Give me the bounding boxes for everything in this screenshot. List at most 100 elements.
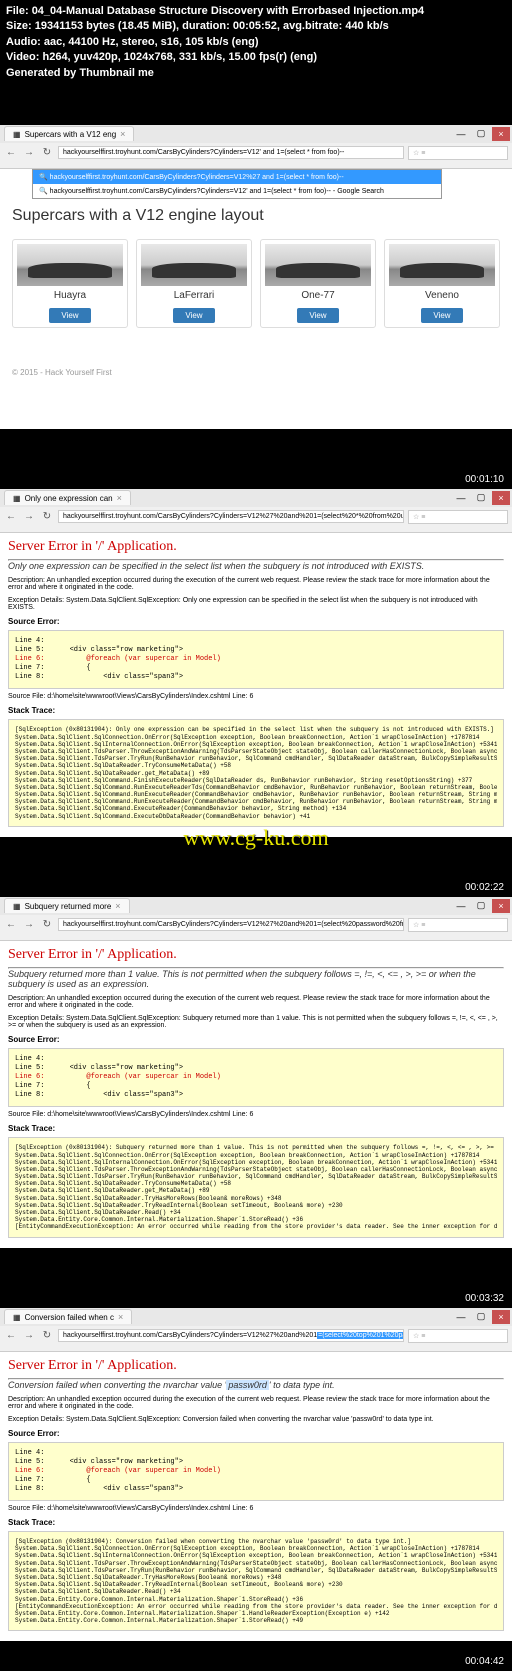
browser-tab[interactable]: ▦ Supercars with a V12 eng ×	[4, 126, 134, 141]
error-description: Description: An unhandled exception occu…	[8, 577, 504, 591]
forward-icon[interactable]: →	[22, 1329, 36, 1343]
close-icon[interactable]: ×	[120, 129, 125, 139]
close-icon[interactable]: ×	[492, 491, 510, 505]
error-title: Server Error in '/' Application.	[8, 539, 504, 555]
car-card: Huayra View	[12, 239, 128, 328]
page-icon: ▦	[13, 494, 21, 503]
url-suggestion[interactable]: 🔍 hackyourselffirst.troyhunt.com/CarsByC…	[33, 184, 441, 198]
minimize-icon[interactable]: —	[452, 491, 470, 505]
view-button[interactable]: View	[421, 308, 462, 323]
error-title: Server Error in '/' Application.	[8, 947, 504, 963]
address-bar[interactable]: hackyourselffirst.troyhunt.com/CarsByCyl…	[58, 1329, 404, 1342]
source-code-box: Line 4: Line 5: <div class="row marketin…	[8, 630, 504, 689]
timestamp: 00:01:10	[465, 474, 504, 485]
car-name: One-77	[265, 290, 371, 301]
watermark: www.cg-ku.com	[183, 825, 328, 851]
page-icon: ▦	[13, 130, 21, 139]
close-icon[interactable]: ×	[118, 1312, 123, 1322]
car-image	[265, 244, 371, 286]
search-input[interactable]: ☆ ≡	[408, 918, 508, 932]
stack-trace-label: Stack Trace:	[8, 1518, 504, 1527]
search-input[interactable]: ☆ ≡	[408, 510, 508, 524]
view-button[interactable]: View	[297, 308, 338, 323]
close-icon[interactable]: ×	[492, 1310, 510, 1324]
car-image	[17, 244, 123, 286]
browser-tab[interactable]: ▦ Conversion failed when c ×	[4, 1309, 132, 1324]
frame-3: ▦ Subquery returned more × — ▢ × ← → ↻ h…	[0, 897, 512, 1248]
exception-details: Exception Details: System.Data.SqlClient…	[8, 1015, 504, 1029]
forward-icon[interactable]: →	[22, 146, 36, 160]
close-icon[interactable]: ×	[492, 899, 510, 913]
search-input[interactable]: ☆ ≡	[408, 1329, 508, 1343]
minimize-icon[interactable]: —	[452, 1310, 470, 1324]
source-file: Source File: d:\home\site\wwwroot\Views\…	[8, 1111, 504, 1118]
car-card: Veneno View	[384, 239, 500, 328]
source-error-label: Source Error:	[8, 617, 504, 626]
address-bar[interactable]: hackyourselffirst.troyhunt.com/CarsByCyl…	[58, 146, 404, 159]
browser-chrome: ▦ Conversion failed when c × — ▢ × ← → ↻…	[0, 1308, 512, 1352]
stack-trace: [SqlException (0x80131904): Conversion f…	[8, 1531, 504, 1631]
tab-title: Conversion failed when c	[25, 1313, 114, 1322]
close-icon[interactable]: ×	[492, 127, 510, 141]
maximize-icon[interactable]: ▢	[472, 127, 490, 141]
view-button[interactable]: View	[173, 308, 214, 323]
stack-trace-label: Stack Trace:	[8, 706, 504, 715]
source-error-label: Source Error:	[8, 1035, 504, 1044]
exception-details: Exception Details: System.Data.SqlClient…	[8, 1416, 504, 1423]
tab-title: Only one expression can	[25, 494, 113, 503]
car-card: LaFerrari View	[136, 239, 252, 328]
car-name: Huayra	[17, 290, 123, 301]
maximize-icon[interactable]: ▢	[472, 1310, 490, 1324]
frame-1: ▦ Supercars with a V12 eng × — ▢ × ← → ↻…	[0, 125, 512, 429]
minimize-icon[interactable]: —	[452, 899, 470, 913]
page-title: Supercars with a V12 engine layout	[12, 207, 500, 225]
error-subtitle: Conversion failed when converting the nv…	[8, 1380, 504, 1390]
reload-icon[interactable]: ↻	[40, 1329, 54, 1343]
url-suggestions: 🔍 hackyourselffirst.troyhunt.com/CarsByC…	[32, 169, 442, 199]
search-input[interactable]: ☆ ≡	[408, 146, 508, 160]
forward-icon[interactable]: →	[22, 918, 36, 932]
source-error-label: Source Error:	[8, 1429, 504, 1438]
car-image	[389, 244, 495, 286]
error-description: Description: An unhandled exception occu…	[8, 995, 504, 1009]
back-icon[interactable]: ←	[4, 1329, 18, 1343]
error-subtitle: Subquery returned more than 1 value. Thi…	[8, 969, 504, 989]
browser-chrome: ▦ Only one expression can × — ▢ × ← → ↻ …	[0, 489, 512, 533]
close-icon[interactable]: ×	[117, 493, 122, 503]
browser-chrome: ▦ Supercars with a V12 eng × — ▢ × ← → ↻…	[0, 125, 512, 169]
page-icon: ▦	[13, 1313, 21, 1322]
error-description: Description: An unhandled exception occu…	[8, 1396, 504, 1410]
view-button[interactable]: View	[49, 308, 90, 323]
error-subtitle: Only one expression can be specified in …	[8, 561, 504, 571]
frame-2: ▦ Only one expression can × — ▢ × ← → ↻ …	[0, 489, 512, 837]
address-bar[interactable]: hackyourselffirst.troyhunt.com/CarsByCyl…	[58, 510, 404, 523]
back-icon[interactable]: ←	[4, 918, 18, 932]
source-file: Source File: d:\home\site\wwwroot\Views\…	[8, 1505, 504, 1512]
reload-icon[interactable]: ↻	[40, 146, 54, 160]
maximize-icon[interactable]: ▢	[472, 491, 490, 505]
frame-4: ▦ Conversion failed when c × — ▢ × ← → ↻…	[0, 1308, 512, 1642]
stack-trace: [SqlException (0x80131904): Subquery ret…	[8, 1137, 504, 1237]
page-icon: ▦	[13, 902, 21, 911]
maximize-icon[interactable]: ▢	[472, 899, 490, 913]
minimize-icon[interactable]: —	[452, 127, 470, 141]
timestamp: 00:04:42	[465, 1656, 504, 1667]
url-suggestion[interactable]: 🔍 hackyourselffirst.troyhunt.com/CarsByC…	[33, 170, 441, 184]
timestamp: 00:03:32	[465, 1293, 504, 1304]
error-title: Server Error in '/' Application.	[8, 1358, 504, 1374]
car-grid: Huayra View LaFerrari View One-77 View V…	[12, 239, 500, 328]
back-icon[interactable]: ←	[4, 510, 18, 524]
reload-icon[interactable]: ↻	[40, 918, 54, 932]
browser-tab[interactable]: ▦ Subquery returned more ×	[4, 898, 130, 913]
exception-details: Exception Details: System.Data.SqlClient…	[8, 597, 504, 611]
back-icon[interactable]: ←	[4, 146, 18, 160]
forward-icon[interactable]: →	[22, 510, 36, 524]
close-icon[interactable]: ×	[115, 901, 120, 911]
timestamp: 00:02:22	[465, 882, 504, 893]
browser-tab[interactable]: ▦ Only one expression can ×	[4, 490, 131, 505]
car-image	[141, 244, 247, 286]
source-code-box: Line 4: Line 5: <div class="row marketin…	[8, 1442, 504, 1501]
reload-icon[interactable]: ↻	[40, 510, 54, 524]
footer: © 2015 - Hack Yourself First	[12, 368, 500, 377]
address-bar[interactable]: hackyourselffirst.troyhunt.com/CarsByCyl…	[58, 918, 404, 931]
